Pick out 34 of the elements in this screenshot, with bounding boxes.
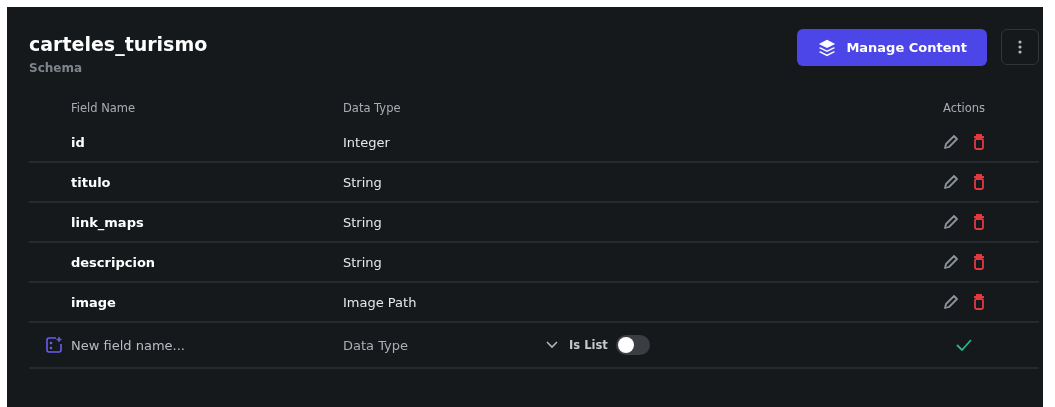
edit-icon[interactable] [943,174,959,190]
data-type: String [343,254,383,270]
field-name: id [71,134,86,150]
confirm-check-icon[interactable] [956,339,972,351]
field-name: titulo [71,174,112,190]
delete-icon[interactable] [973,294,985,310]
edit-icon[interactable] [943,254,959,270]
schema-label: Schema [29,61,84,75]
table-title: carteles_turismo [29,33,209,55]
add-field-icon [45,336,63,354]
delete-icon[interactable] [973,134,985,150]
manage-content-button[interactable]: Manage Content [797,29,987,66]
column-header: Field Name [71,101,136,115]
chevron-down-icon [546,341,558,349]
data-type: String [343,214,383,230]
delete-icon[interactable] [973,254,985,270]
edit-icon[interactable] [943,294,959,310]
more-icon [1018,40,1022,54]
edit-icon[interactable] [943,214,959,230]
column-header: Actions [943,101,985,115]
data-type: String [343,174,383,190]
delete-icon[interactable] [973,214,985,230]
field-name: descripcion [71,254,157,270]
field-name: link_maps [71,214,145,230]
data-type: Image Path [343,294,418,310]
data-type-select[interactable]: Data Type [343,337,558,353]
new-field-name-input[interactable]: New field name... [71,337,311,353]
is-list-label: Is List [569,338,608,352]
field-name: image [71,294,117,310]
is-list-toggle[interactable] [615,335,650,355]
delete-icon[interactable] [973,174,985,190]
data-type: Integer [343,134,391,150]
column-header: Data Type [343,101,401,115]
edit-icon[interactable] [943,134,959,150]
